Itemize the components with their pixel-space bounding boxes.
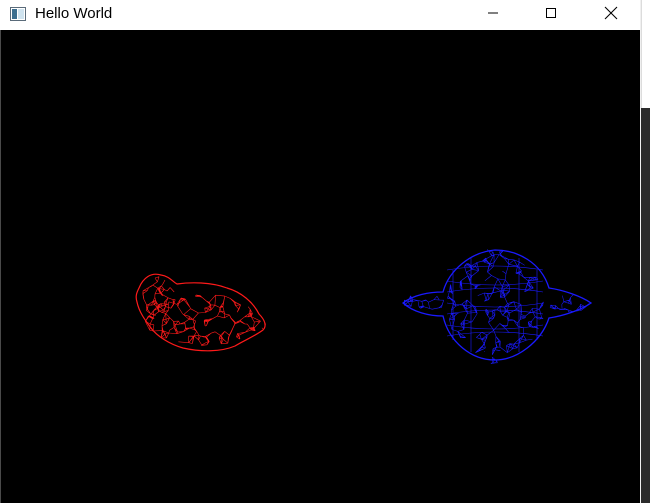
close-button[interactable] <box>588 0 634 30</box>
maximize-icon <box>545 6 557 24</box>
render-viewport[interactable] <box>1 30 640 503</box>
app-window: Hello World <box>0 0 650 503</box>
maximize-button[interactable] <box>528 0 574 30</box>
minimize-icon <box>487 6 499 24</box>
scene-canvas <box>1 30 640 503</box>
close-icon <box>604 6 618 25</box>
scrollbar-thumb[interactable] <box>641 0 650 108</box>
title-bar[interactable]: Hello World <box>0 0 640 30</box>
minimize-button[interactable] <box>470 0 516 30</box>
window-title: Hello World <box>35 5 113 22</box>
vertical-scrollbar[interactable] <box>640 0 650 503</box>
window-app-icon <box>10 7 26 21</box>
scrollbar-track[interactable] <box>641 108 650 503</box>
